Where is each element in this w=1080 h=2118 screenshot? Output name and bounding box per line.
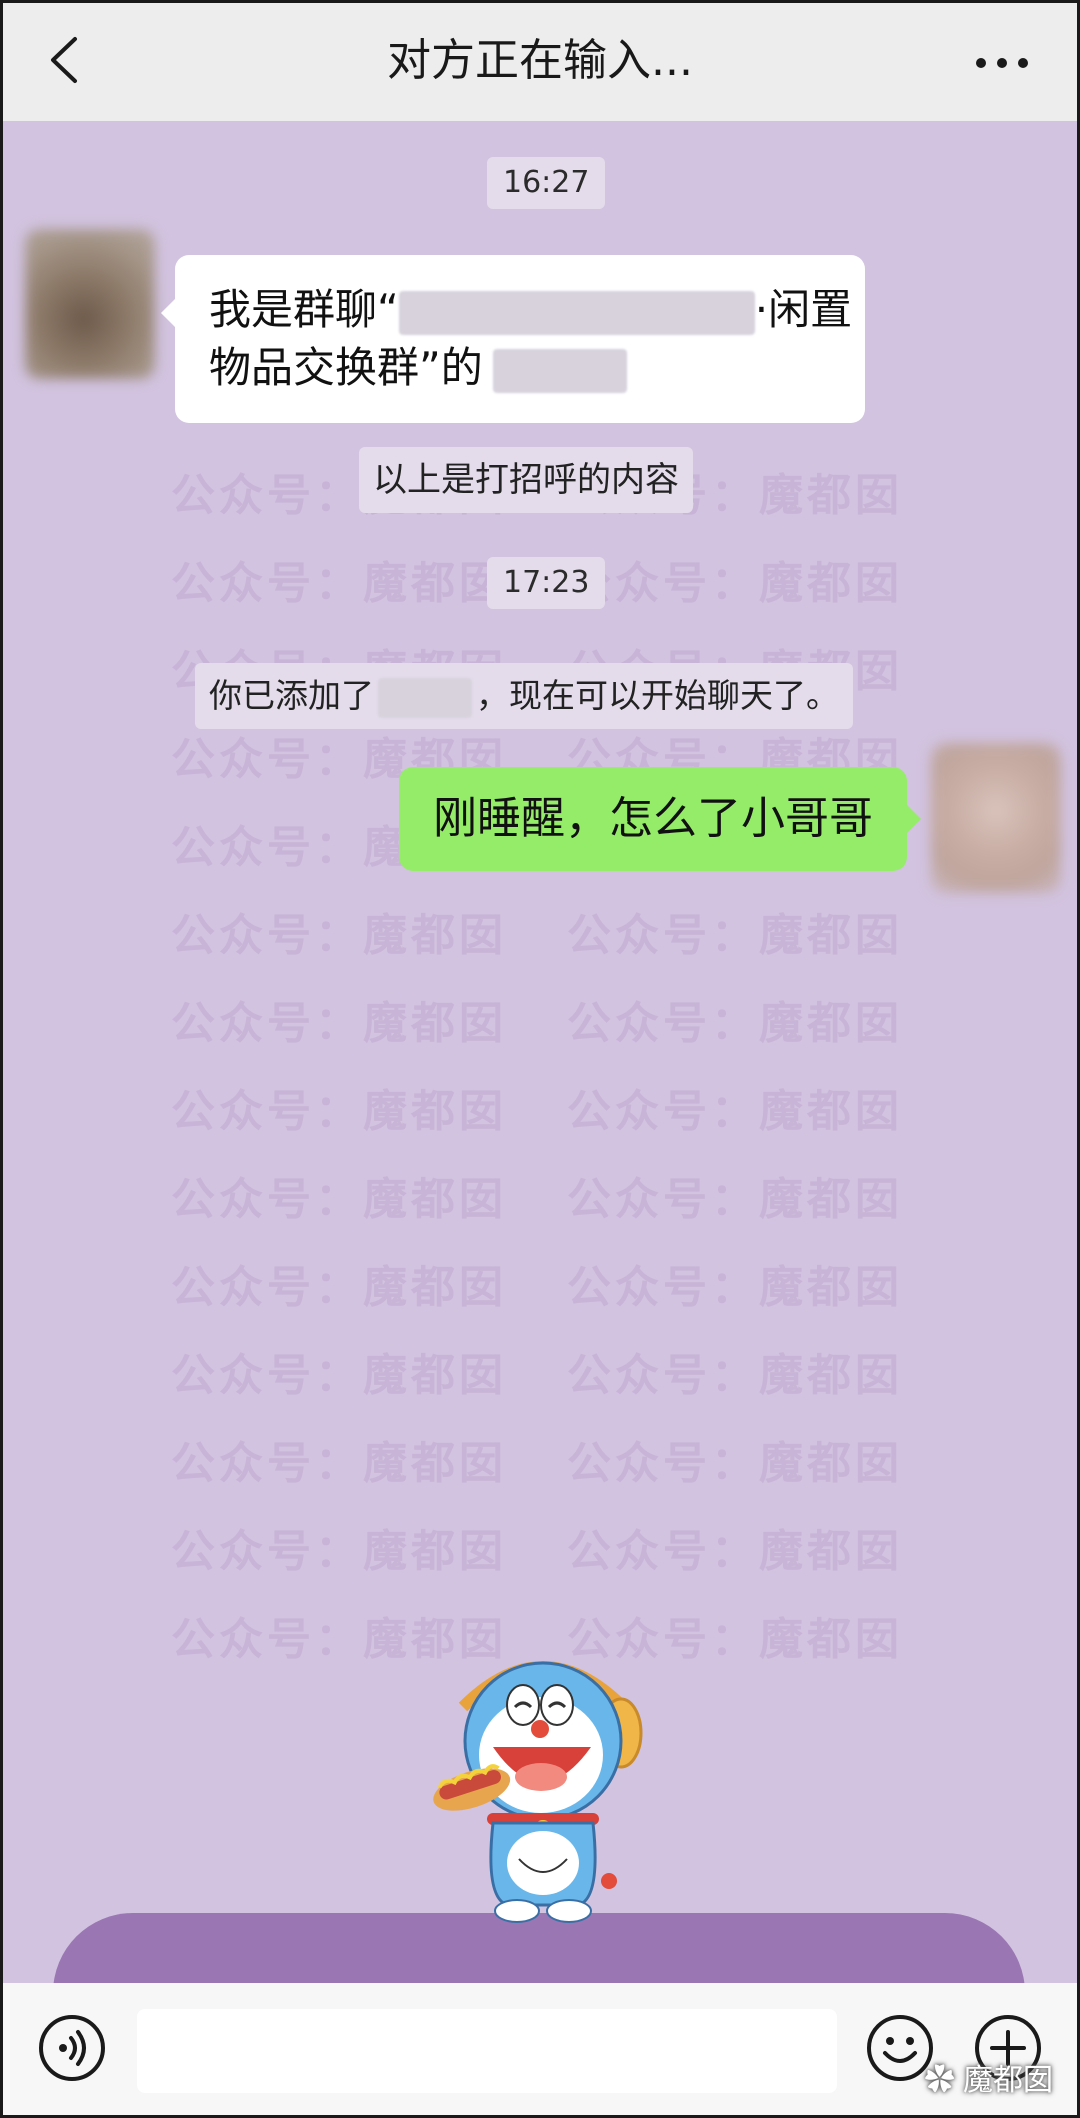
chat-area[interactable]: 公众号：魔都囡 公众号：魔都囡 公众号：魔都囡 公众号：魔都囡 公众号：魔都囡 公众号… — [3, 121, 1077, 1983]
wechat-logo-icon: ✿ — [924, 2064, 955, 2097]
watermark-row: 公众号：魔都囡公众号：魔都囡 — [171, 1262, 903, 1313]
voice-button[interactable] — [37, 2013, 107, 2083]
doraemon-sticker-icon — [433, 1661, 643, 1923]
redacted-group-name — [398, 290, 755, 335]
redacted-contact-name — [378, 677, 472, 718]
footer-watermark: ✿ 魔都囡 — [925, 2055, 1053, 2099]
system-message-text: ，现在可以开始聊天了。 — [476, 676, 839, 715]
screen-frame: 对方正在输入... 公众号：魔都囡 公众号：魔都囡 公众号：魔都囡 公众号：魔都囡 … — [0, 0, 1080, 2118]
more-button[interactable] — [967, 33, 1037, 93]
watermark-row: 公众号：魔都囡公众号：魔都囡 — [171, 1086, 903, 1137]
outgoing-message-bubble[interactable]: 刚睡醒，怎么了小哥哥 — [399, 767, 921, 871]
message-input[interactable] — [137, 2009, 837, 2093]
watermark-row: 公众号：魔都囡公众号：魔都囡 — [171, 998, 903, 1049]
incoming-message-text: 我是群聊“ — [209, 285, 399, 334]
watermark-row: 公众号：魔都囡公众号：魔都囡 — [171, 1350, 903, 1401]
watermark-row: 公众号：魔都囡公众号：魔都囡 — [171, 1174, 903, 1225]
voice-icon — [39, 2015, 105, 2081]
watermark-row: 公众号：魔都囡公众号：魔都囡 — [171, 910, 903, 961]
my-avatar[interactable] — [931, 743, 1061, 893]
system-message-greeting: 以上是打招呼的内容 — [359, 447, 693, 513]
watermark-row: 公众号：魔都囡公众号：魔都囡 — [171, 1526, 903, 1577]
incoming-message-line-1: 我是群聊“ ·闲置 — [209, 281, 852, 339]
more-dots-icon — [976, 58, 1028, 68]
system-message-added: 你已添加了 ，现在可以开始聊天了。 — [195, 663, 853, 729]
timestamp: 16:27 — [487, 157, 606, 209]
back-button[interactable] — [33, 25, 103, 95]
incoming-message-bubble[interactable]: 我是群聊“ ·闲置 物品交换群”的 — [161, 255, 865, 423]
timestamp: 17:23 — [487, 557, 606, 609]
incoming-message-text: ·闲置 — [754, 285, 853, 334]
contact-avatar[interactable] — [25, 229, 155, 379]
incoming-message-text: 物品交换群”的 — [209, 343, 483, 392]
chevron-left-icon — [51, 37, 77, 83]
watermark-row: 公众号：魔都囡公众号：魔都囡 — [171, 1438, 903, 1489]
system-message-text: 你已添加了 — [209, 676, 374, 715]
redacted-nickname — [492, 348, 627, 393]
chat-title: 对方正在输入... — [387, 35, 693, 86]
input-bar — [3, 1983, 1077, 2115]
incoming-message-line-2: 物品交换群”的 — [209, 339, 831, 397]
chat-header: 对方正在输入... — [3, 3, 1077, 121]
footer-watermark-text: 魔都囡 — [963, 2064, 1053, 2097]
